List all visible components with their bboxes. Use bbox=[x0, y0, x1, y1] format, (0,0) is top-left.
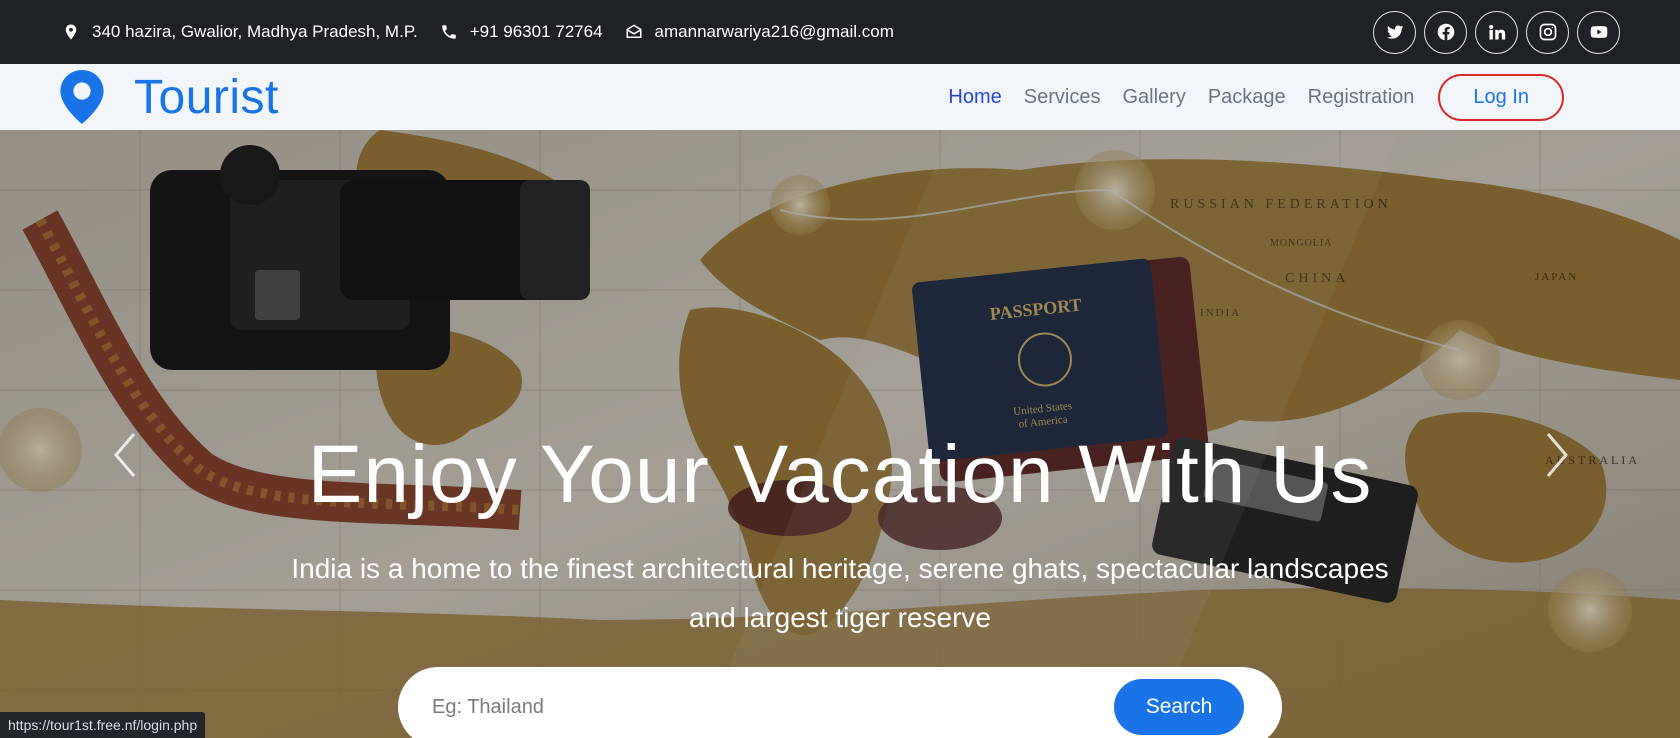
envelope-open-icon bbox=[626, 24, 642, 38]
contact-topbar: 340 hazira, Gwalior, Madhya Pradesh, M.P… bbox=[0, 0, 1680, 64]
email-text: amannarwariya216@gmail.com bbox=[654, 22, 894, 41]
hero-title: Enjoy Your Vacation With Us bbox=[307, 429, 1373, 520]
search-button[interactable]: Search bbox=[1114, 679, 1244, 735]
hero-subtitle: India is a home to the finest architectu… bbox=[291, 553, 1389, 633]
phone-item: +91 96301 72764 bbox=[440, 22, 603, 42]
nav-gallery[interactable]: Gallery bbox=[1122, 86, 1185, 109]
login-link[interactable]: Log In bbox=[1438, 73, 1564, 121]
contact-list: 340 hazira, Gwalior, Madhya Pradesh, M.P… bbox=[62, 22, 894, 42]
search-input[interactable] bbox=[432, 695, 1114, 719]
linkedin-link[interactable] bbox=[1475, 10, 1518, 54]
hero-carousel: PASSPORT United States of America RUSSIA… bbox=[0, 130, 1680, 738]
brand-name: Tourist bbox=[134, 70, 279, 124]
instagram-link[interactable] bbox=[1526, 10, 1569, 54]
social-links bbox=[1373, 10, 1620, 54]
nav-services[interactable]: Services bbox=[1024, 86, 1101, 109]
browser-status-url: https://tour1st.free.nf/login.php bbox=[0, 712, 206, 738]
facebook-link[interactable] bbox=[1424, 10, 1467, 54]
instagram-icon bbox=[1539, 23, 1556, 41]
twitter-link[interactable] bbox=[1373, 10, 1416, 54]
address-text: 340 hazira, Gwalior, Madhya Pradesh, M.P… bbox=[92, 22, 418, 41]
nav-package[interactable]: Package bbox=[1208, 86, 1286, 109]
nav-home[interactable]: Home bbox=[948, 86, 1001, 109]
email-item: amannarwariya216@gmail.com bbox=[625, 22, 894, 42]
map-pin-icon bbox=[60, 70, 104, 124]
twitter-icon bbox=[1386, 25, 1403, 39]
youtube-icon bbox=[1590, 26, 1607, 38]
main-navbar: Tourist Home Services Gallery Package Re… bbox=[0, 64, 1680, 130]
search-bar: Search bbox=[398, 667, 1282, 738]
facebook-icon bbox=[1437, 23, 1454, 41]
address-item: 340 hazira, Gwalior, Madhya Pradesh, M.P… bbox=[62, 22, 418, 42]
phone-icon bbox=[441, 25, 456, 39]
map-marker-icon bbox=[65, 24, 77, 40]
youtube-link[interactable] bbox=[1577, 10, 1620, 54]
brand-logo-link[interactable]: Tourist bbox=[60, 70, 279, 125]
linkedin-icon bbox=[1488, 24, 1505, 40]
phone-text: +91 96301 72764 bbox=[469, 22, 603, 41]
nav-registration[interactable]: Registration bbox=[1308, 86, 1415, 109]
nav-menu: Home Services Gallery Package Registrati… bbox=[948, 73, 1564, 121]
